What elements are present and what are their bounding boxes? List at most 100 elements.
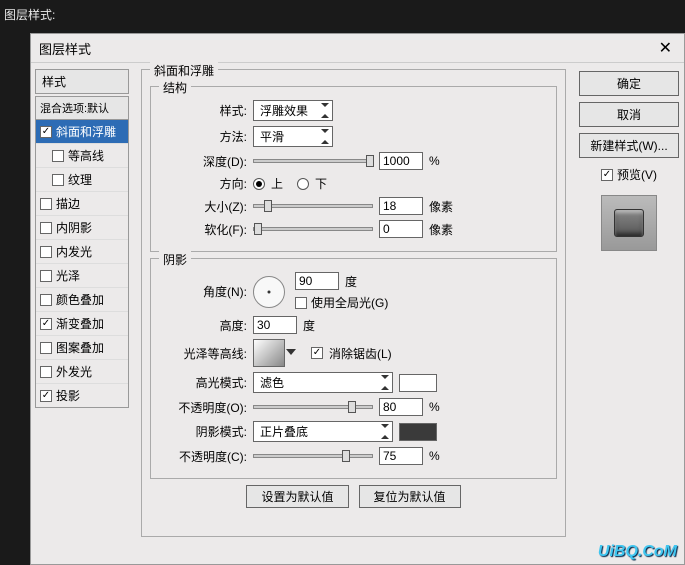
highlight-mode-label: 高光模式:	[159, 374, 247, 391]
soften-value[interactable]: 0	[379, 220, 423, 238]
style-item-label: 描边	[56, 195, 80, 212]
dialog-title: 图层样式	[39, 39, 91, 58]
depth-label: 深度(D):	[159, 153, 247, 170]
shadow-opacity-label: 不透明度(C):	[159, 448, 247, 465]
style-checkbox[interactable]	[40, 342, 52, 354]
global-light-checkbox[interactable]	[295, 297, 307, 309]
style-label: 样式:	[159, 102, 247, 119]
style-checkbox[interactable]	[40, 126, 52, 138]
style-checkbox[interactable]	[40, 366, 52, 378]
style-item[interactable]: 等高线	[36, 144, 128, 168]
shadow-color-swatch[interactable]	[399, 423, 437, 441]
blend-options[interactable]: 混合选项:默认	[35, 96, 129, 120]
structure-group: 结构 样式: 浮雕效果 方法: 平滑 深度(D): 1000 %	[150, 86, 557, 252]
gloss-contour-picker[interactable]	[253, 339, 285, 367]
shadow-opacity-value[interactable]: 75	[379, 447, 423, 465]
size-value[interactable]: 18	[379, 197, 423, 215]
style-checkbox[interactable]	[52, 150, 64, 162]
reset-default-button[interactable]: 复位为默认值	[359, 485, 461, 508]
depth-value[interactable]: 1000	[379, 152, 423, 170]
size-unit: 像素	[429, 198, 453, 215]
styles-header[interactable]: 样式	[35, 69, 129, 94]
style-checkbox[interactable]	[40, 222, 52, 234]
style-item-label: 斜面和浮雕	[56, 123, 116, 140]
method-select[interactable]: 平滑	[253, 126, 333, 147]
shading-label: 阴影	[159, 251, 191, 268]
preview-label: 预览(V)	[617, 166, 657, 183]
style-item-label: 渐变叠加	[56, 315, 104, 332]
shadow-mode-select[interactable]: 正片叠底	[253, 421, 393, 442]
style-item-label: 外发光	[56, 363, 92, 380]
shadow-opacity-unit: %	[429, 449, 440, 463]
style-checkbox[interactable]	[40, 198, 52, 210]
style-select[interactable]: 浮雕效果	[253, 100, 333, 121]
new-style-button[interactable]: 新建样式(W)...	[579, 133, 679, 158]
altitude-label: 高度:	[159, 317, 247, 334]
style-item[interactable]: 渐变叠加	[36, 312, 128, 336]
styles-sidebar: 样式 混合选项:默认 斜面和浮雕等高线纹理描边内阴影内发光光泽颜色叠加渐变叠加图…	[31, 63, 133, 565]
style-item[interactable]: 描边	[36, 192, 128, 216]
style-item-label: 光泽	[56, 267, 80, 284]
style-checkbox[interactable]	[40, 270, 52, 282]
right-buttons: 确定 取消 新建样式(W)... 预览(V)	[574, 63, 684, 565]
style-item-label: 内发光	[56, 243, 92, 260]
group-title: 斜面和浮雕	[150, 62, 218, 79]
altitude-value[interactable]: 30	[253, 316, 297, 334]
direction-down-label: 下	[315, 175, 327, 192]
style-item[interactable]: 外发光	[36, 360, 128, 384]
style-item[interactable]: 纹理	[36, 168, 128, 192]
angle-value[interactable]: 90	[295, 272, 339, 290]
direction-label: 方向:	[159, 175, 247, 192]
altitude-unit: 度	[303, 317, 315, 334]
style-item[interactable]: 光泽	[36, 264, 128, 288]
style-item[interactable]: 颜色叠加	[36, 288, 128, 312]
gloss-contour-label: 光泽等高线:	[159, 345, 247, 362]
angle-label: 角度(N):	[159, 283, 247, 300]
style-checkbox[interactable]	[52, 174, 64, 186]
style-item-label: 内阴影	[56, 219, 92, 236]
highlight-opacity-value[interactable]: 80	[379, 398, 423, 416]
depth-slider[interactable]	[253, 159, 373, 163]
highlight-opacity-unit: %	[429, 400, 440, 414]
set-default-button[interactable]: 设置为默认值	[246, 485, 348, 508]
cancel-button[interactable]: 取消	[579, 102, 679, 127]
titlebar: 图层样式 ✕	[31, 34, 684, 63]
size-label: 大小(Z):	[159, 198, 247, 215]
bevel-emboss-group: 斜面和浮雕 结构 样式: 浮雕效果 方法: 平滑 深度(D): 1000	[141, 69, 566, 537]
soften-unit: 像素	[429, 221, 453, 238]
preview-thumbnail	[601, 195, 657, 251]
size-slider[interactable]	[253, 204, 373, 208]
global-light-label: 使用全局光(G)	[311, 294, 388, 311]
antialias-checkbox[interactable]	[311, 347, 323, 359]
layer-style-dialog: 图层样式 ✕ 样式 混合选项:默认 斜面和浮雕等高线纹理描边内阴影内发光光泽颜色…	[30, 33, 685, 565]
highlight-opacity-slider[interactable]	[253, 405, 373, 409]
soften-label: 软化(F):	[159, 221, 247, 238]
highlight-color-swatch[interactable]	[399, 374, 437, 392]
direction-up-radio[interactable]	[253, 178, 265, 190]
close-icon[interactable]: ✕	[655, 38, 676, 58]
method-label: 方法:	[159, 128, 247, 145]
structure-label: 结构	[159, 79, 191, 96]
angle-control[interactable]	[253, 276, 285, 308]
style-item[interactable]: 内发光	[36, 240, 128, 264]
style-checkbox[interactable]	[40, 318, 52, 330]
direction-up-label: 上	[271, 175, 283, 192]
style-item[interactable]: 内阴影	[36, 216, 128, 240]
watermark: UiBQ.CoM	[598, 543, 677, 561]
style-checkbox[interactable]	[40, 294, 52, 306]
highlight-opacity-label: 不透明度(O):	[159, 399, 247, 416]
soften-slider[interactable]	[253, 227, 373, 231]
style-item[interactable]: 图案叠加	[36, 336, 128, 360]
preview-checkbox[interactable]	[601, 169, 613, 181]
ok-button[interactable]: 确定	[579, 71, 679, 96]
style-item-label: 投影	[56, 387, 80, 404]
style-checkbox[interactable]	[40, 246, 52, 258]
highlight-mode-select[interactable]: 滤色	[253, 372, 393, 393]
style-item[interactable]: 投影	[36, 384, 128, 407]
style-item[interactable]: 斜面和浮雕	[36, 120, 128, 144]
shadow-opacity-slider[interactable]	[253, 454, 373, 458]
style-checkbox[interactable]	[40, 390, 52, 402]
page-label: 图层样式:	[0, 0, 685, 29]
style-list: 斜面和浮雕等高线纹理描边内阴影内发光光泽颜色叠加渐变叠加图案叠加外发光投影	[35, 120, 129, 408]
direction-down-radio[interactable]	[297, 178, 309, 190]
